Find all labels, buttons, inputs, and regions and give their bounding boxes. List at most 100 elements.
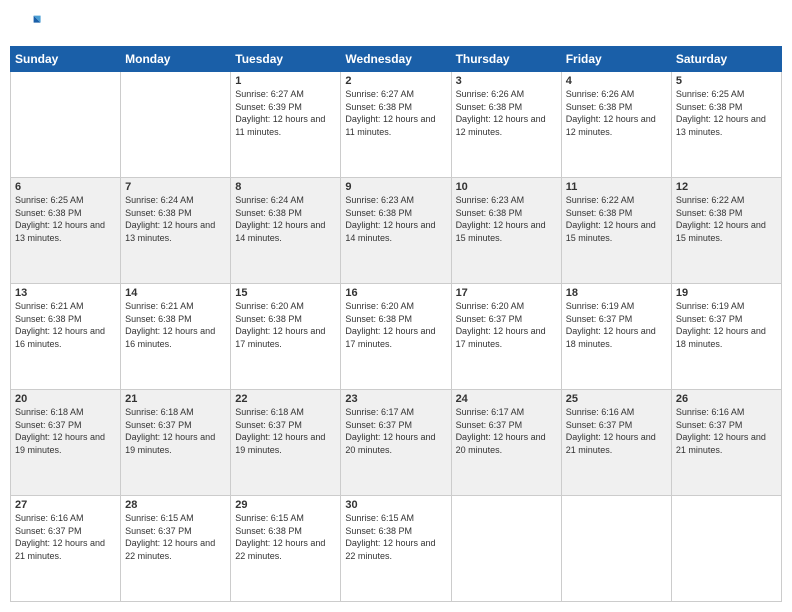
- day-info: Sunrise: 6:20 AM Sunset: 6:37 PM Dayligh…: [456, 300, 557, 350]
- day-number: 6: [15, 181, 116, 193]
- calendar-day-cell: 11Sunrise: 6:22 AM Sunset: 6:38 PM Dayli…: [561, 178, 671, 284]
- day-info: Sunrise: 6:22 AM Sunset: 6:38 PM Dayligh…: [676, 194, 777, 244]
- day-info: Sunrise: 6:19 AM Sunset: 6:37 PM Dayligh…: [566, 300, 667, 350]
- calendar-day-cell: 27Sunrise: 6:16 AM Sunset: 6:37 PM Dayli…: [11, 496, 121, 602]
- calendar-day-cell: 10Sunrise: 6:23 AM Sunset: 6:38 PM Dayli…: [451, 178, 561, 284]
- day-info: Sunrise: 6:24 AM Sunset: 6:38 PM Dayligh…: [125, 194, 226, 244]
- day-number: 28: [125, 499, 226, 511]
- day-info: Sunrise: 6:17 AM Sunset: 6:37 PM Dayligh…: [456, 406, 557, 456]
- calendar-day-cell: [451, 496, 561, 602]
- logo-icon: [14, 10, 42, 38]
- calendar-day-cell: 5Sunrise: 6:25 AM Sunset: 6:38 PM Daylig…: [671, 72, 781, 178]
- calendar-week-row: 20 Sunrise: 6:18 AM Sunset: 6:37 PM Dayli…: [11, 390, 782, 496]
- day-number: 26: [676, 393, 777, 405]
- calendar-day-cell: 25Sunrise: 6:16 AM Sunset: 6:37 PM Dayli…: [561, 390, 671, 496]
- day-number: 22: [235, 393, 336, 405]
- calendar-day-cell: 28Sunrise: 6:15 AM Sunset: 6:37 PM Dayli…: [121, 496, 231, 602]
- day-info: Sunrise: 6:16 AM Sunset: 6:37 PM Dayligh…: [566, 406, 667, 456]
- day-info: Sunrise: 6:16 AM Sunset: 6:37 PM Dayligh…: [15, 512, 116, 562]
- calendar-day-cell: 29Sunrise: 6:15 AM Sunset: 6:38 PM Dayli…: [231, 496, 341, 602]
- day-number: 25: [566, 393, 667, 405]
- day-number: 5: [676, 75, 777, 87]
- calendar-week-row: 27Sunrise: 6:16 AM Sunset: 6:37 PM Dayli…: [11, 496, 782, 602]
- day-number: 7: [125, 181, 226, 193]
- day-info: Sunrise: 6:18 AM Sunset: 6:37 PM Dayligh…: [125, 406, 226, 456]
- calendar-day-cell: 21Sunrise: 6:18 AM Sunset: 6:37 PM Dayli…: [121, 390, 231, 496]
- calendar-header-row: SundayMondayTuesdayWednesdayThursdayFrid…: [11, 47, 782, 72]
- day-info: Sunrise: 6:20 AM Sunset: 6:38 PM Dayligh…: [235, 300, 336, 350]
- calendar-day-cell: 7Sunrise: 6:24 AM Sunset: 6:38 PM Daylig…: [121, 178, 231, 284]
- calendar-day-cell: 16Sunrise: 6:20 AM Sunset: 6:38 PM Dayli…: [341, 284, 451, 390]
- calendar-day-cell: [11, 72, 121, 178]
- calendar-day-cell: 18Sunrise: 6:19 AM Sunset: 6:37 PM Dayli…: [561, 284, 671, 390]
- page: SundayMondayTuesdayWednesdayThursdayFrid…: [0, 0, 792, 612]
- calendar-day-cell: 6Sunrise: 6:25 AM Sunset: 6:38 PM Daylig…: [11, 178, 121, 284]
- day-number: 11: [566, 181, 667, 193]
- calendar-day-cell: 23Sunrise: 6:17 AM Sunset: 6:37 PM Dayli…: [341, 390, 451, 496]
- calendar-day-cell: 19Sunrise: 6:19 AM Sunset: 6:37 PM Dayli…: [671, 284, 781, 390]
- day-number: 24: [456, 393, 557, 405]
- day-info: Sunrise: 6:26 AM Sunset: 6:38 PM Dayligh…: [456, 88, 557, 138]
- calendar-day-cell: 26Sunrise: 6:16 AM Sunset: 6:37 PM Dayli…: [671, 390, 781, 496]
- day-number: 20: [15, 393, 116, 405]
- day-info: Sunrise: 6:15 AM Sunset: 6:38 PM Dayligh…: [345, 512, 446, 562]
- calendar-week-row: 1Sunrise: 6:27 AM Sunset: 6:39 PM Daylig…: [11, 72, 782, 178]
- day-info: Sunrise: 6:16 AM Sunset: 6:37 PM Dayligh…: [676, 406, 777, 456]
- day-info: Sunrise: 6:23 AM Sunset: 6:38 PM Dayligh…: [345, 194, 446, 244]
- calendar-day-header: Sunday: [11, 47, 121, 72]
- day-number: 3: [456, 75, 557, 87]
- calendar-day-cell: 9Sunrise: 6:23 AM Sunset: 6:38 PM Daylig…: [341, 178, 451, 284]
- day-info: Sunrise: 6:15 AM Sunset: 6:38 PM Dayligh…: [235, 512, 336, 562]
- calendar-day-header: Tuesday: [231, 47, 341, 72]
- day-number: 2: [345, 75, 446, 87]
- calendar-week-row: 13Sunrise: 6:21 AM Sunset: 6:38 PM Dayli…: [11, 284, 782, 390]
- header: [10, 10, 782, 38]
- day-number: 23: [345, 393, 446, 405]
- day-info: Sunrise: 6:23 AM Sunset: 6:38 PM Dayligh…: [456, 194, 557, 244]
- calendar-day-cell: 22Sunrise: 6:18 AM Sunset: 6:37 PM Dayli…: [231, 390, 341, 496]
- calendar-day-cell: 24Sunrise: 6:17 AM Sunset: 6:37 PM Dayli…: [451, 390, 561, 496]
- day-number: 21: [125, 393, 226, 405]
- calendar-day-cell: 20Sunrise: 6:18 AM Sunset: 6:37 PM Dayli…: [11, 390, 121, 496]
- day-info: Sunrise: 6:22 AM Sunset: 6:38 PM Dayligh…: [566, 194, 667, 244]
- day-info: Sunrise: 6:19 AM Sunset: 6:37 PM Dayligh…: [676, 300, 777, 350]
- calendar-week-row: 6Sunrise: 6:25 AM Sunset: 6:38 PM Daylig…: [11, 178, 782, 284]
- day-number: 30: [345, 499, 446, 511]
- calendar-day-cell: 13Sunrise: 6:21 AM Sunset: 6:38 PM Dayli…: [11, 284, 121, 390]
- day-number: 1: [235, 75, 336, 87]
- day-info: Sunrise: 6:15 AM Sunset: 6:37 PM Dayligh…: [125, 512, 226, 562]
- calendar-day-cell: 15Sunrise: 6:20 AM Sunset: 6:38 PM Dayli…: [231, 284, 341, 390]
- day-number: 15: [235, 287, 336, 299]
- day-number: 27: [15, 499, 116, 511]
- calendar-day-header: Saturday: [671, 47, 781, 72]
- day-info: Sunrise: 6:27 AM Sunset: 6:38 PM Dayligh…: [345, 88, 446, 138]
- logo: [14, 10, 46, 38]
- calendar-day-cell: 8Sunrise: 6:24 AM Sunset: 6:38 PM Daylig…: [231, 178, 341, 284]
- calendar-day-cell: 4Sunrise: 6:26 AM Sunset: 6:38 PM Daylig…: [561, 72, 671, 178]
- calendar-table: SundayMondayTuesdayWednesdayThursdayFrid…: [10, 46, 782, 602]
- day-info: Sunrise: 6:26 AM Sunset: 6:38 PM Dayligh…: [566, 88, 667, 138]
- day-info: Sunrise: 6:25 AM Sunset: 6:38 PM Dayligh…: [676, 88, 777, 138]
- calendar-day-cell: 2Sunrise: 6:27 AM Sunset: 6:38 PM Daylig…: [341, 72, 451, 178]
- day-info: Sunrise: 6:27 AM Sunset: 6:39 PM Dayligh…: [235, 88, 336, 138]
- day-number: 13: [15, 287, 116, 299]
- day-number: 12: [676, 181, 777, 193]
- day-info: Sunrise: 6:25 AM Sunset: 6:38 PM Dayligh…: [15, 194, 116, 244]
- day-info: Sunrise: 6:17 AM Sunset: 6:37 PM Dayligh…: [345, 406, 446, 456]
- day-number: 16: [345, 287, 446, 299]
- day-number: 19: [676, 287, 777, 299]
- day-number: 9: [345, 181, 446, 193]
- calendar-day-cell: 14Sunrise: 6:21 AM Sunset: 6:38 PM Dayli…: [121, 284, 231, 390]
- day-number: 4: [566, 75, 667, 87]
- calendar-day-header: Monday: [121, 47, 231, 72]
- day-number: 10: [456, 181, 557, 193]
- day-info: Sunrise: 6:20 AM Sunset: 6:38 PM Dayligh…: [345, 300, 446, 350]
- calendar-day-cell: 3Sunrise: 6:26 AM Sunset: 6:38 PM Daylig…: [451, 72, 561, 178]
- day-number: 18: [566, 287, 667, 299]
- calendar-day-header: Thursday: [451, 47, 561, 72]
- day-info: Sunrise: 6:21 AM Sunset: 6:38 PM Dayligh…: [15, 300, 116, 350]
- calendar-day-cell: 17Sunrise: 6:20 AM Sunset: 6:37 PM Dayli…: [451, 284, 561, 390]
- calendar-day-cell: [561, 496, 671, 602]
- day-info: Sunrise: 6:18 AM Sunset: 6:37 PM Dayligh…: [235, 406, 336, 456]
- day-number: 14: [125, 287, 226, 299]
